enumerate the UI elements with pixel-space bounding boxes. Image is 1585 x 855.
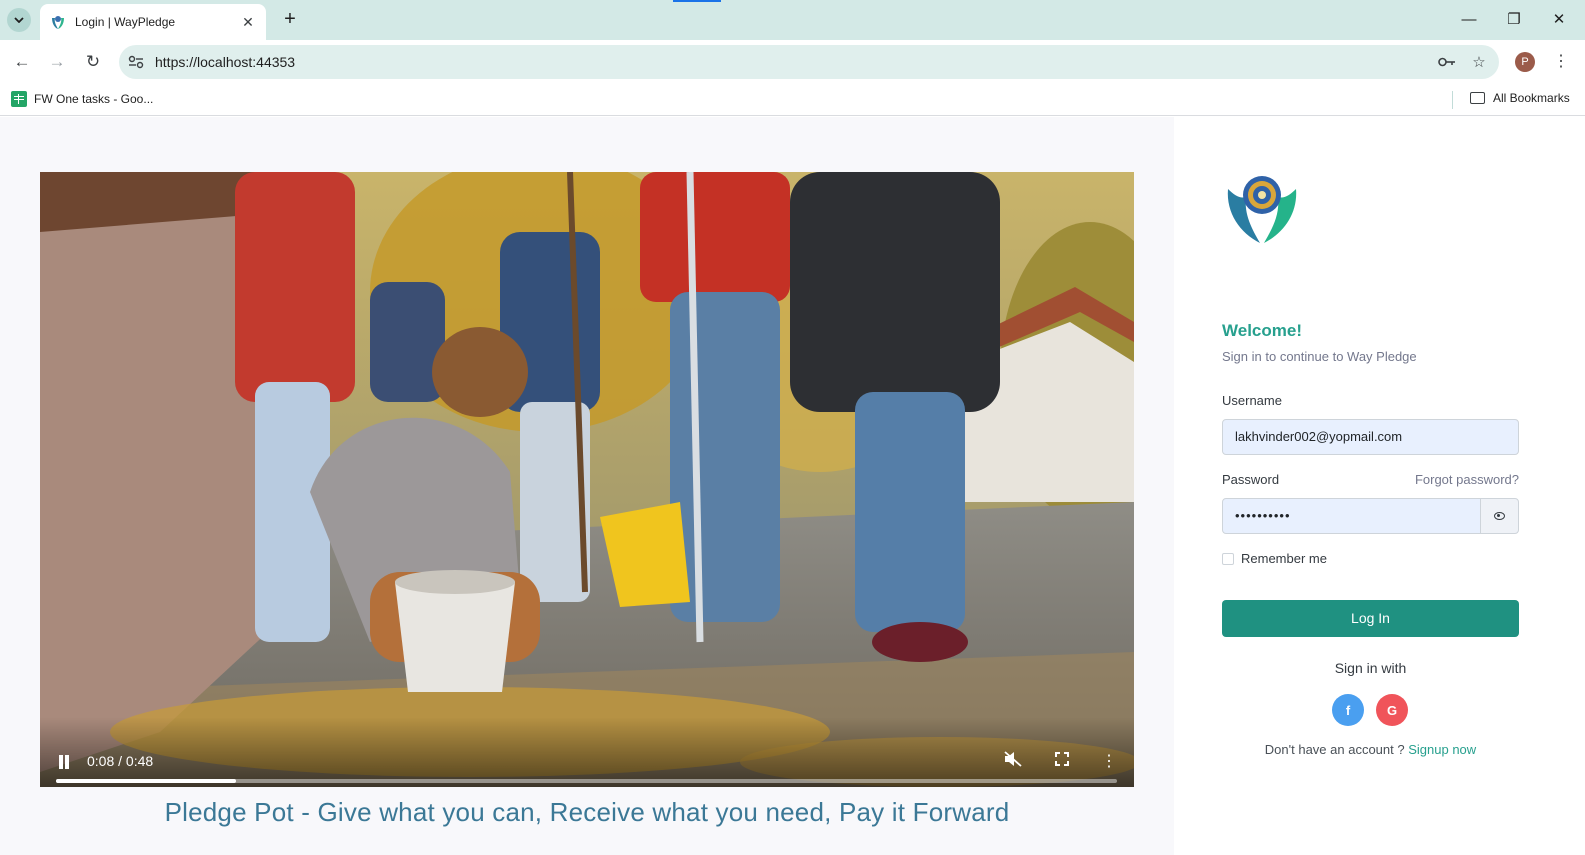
bookmark-label: FW One tasks - Goo... [34, 92, 154, 106]
url-text[interactable]: https://localhost:44353 [155, 54, 1435, 70]
folder-icon [1470, 92, 1485, 104]
waypledge-logo [1227, 176, 1297, 243]
waypledge-favicon [52, 16, 64, 29]
no-account-text: Don't have an account ? [1264, 742, 1405, 757]
back-icon[interactable]: ← [10, 50, 34, 74]
loading-indicator [673, 0, 721, 2]
pause-icon[interactable] [57, 755, 71, 769]
facebook-icon[interactable]: f [1332, 694, 1364, 726]
facebook-glyph: f [1345, 702, 1351, 718]
forward-icon[interactable]: → [45, 50, 69, 74]
google-sheets-icon [11, 91, 27, 107]
tab-title: Login | WayPledge [75, 15, 176, 29]
site-info-icon[interactable] [125, 51, 147, 73]
tab-search-button[interactable] [7, 8, 31, 32]
video-frame [40, 172, 1134, 787]
login-subtitle: Sign in to continue to Way Pledge [1222, 349, 1417, 364]
more-vert-icon[interactable]: ⋮ [1098, 751, 1120, 773]
username-field[interactable]: lakhvinder002@yopmail.com [1222, 419, 1519, 455]
password-label: Password [1222, 472, 1280, 487]
welcome-heading: Welcome! [1222, 321, 1302, 340]
profile-avatar[interactable]: P [1515, 52, 1535, 72]
forgot-password-link[interactable]: Forgot password? [1404, 472, 1519, 487]
remember-me-checkbox[interactable] [1222, 552, 1234, 565]
minimize-icon[interactable]: — [1457, 8, 1481, 32]
fullscreen-icon[interactable] [1051, 751, 1073, 773]
eye-icon [1494, 512, 1505, 520]
close-tab-icon[interactable]: ✕ [240, 14, 256, 31]
page-content: 0:08 / 0:48 ⋮ Pledge Pot - Give what you… [0, 117, 1585, 855]
password-field[interactable]: •••••••••• [1222, 498, 1481, 534]
browser-toolbar: ← → ↻ https://localhost:44353 ☆ P ⋮ [0, 40, 1585, 84]
restore-icon[interactable]: ❐ [1502, 8, 1526, 32]
active-tab[interactable]: Login | WayPledge ✕ [40, 4, 266, 40]
login-button[interactable]: Log In [1222, 600, 1519, 637]
all-bookmarks-label: All Bookmarks [1493, 91, 1570, 105]
bookmarks-divider [1452, 91, 1453, 109]
signup-prompt: Don't have an account ? Signup now [1222, 742, 1519, 757]
google-icon[interactable]: G [1376, 694, 1408, 726]
password-key-icon[interactable] [1435, 50, 1459, 74]
address-bar[interactable]: https://localhost:44353 ☆ [119, 45, 1499, 79]
remember-me-label: Remember me [1241, 551, 1327, 566]
bookmark-fw-one-tasks[interactable]: FW One tasks - Goo... [11, 91, 153, 107]
remember-me[interactable]: Remember me [1222, 551, 1327, 566]
browser-menu-icon[interactable]: ⋮ [1553, 50, 1569, 74]
all-bookmarks-button[interactable]: All Bookmarks [1470, 91, 1570, 105]
chevron-down-icon [14, 17, 24, 23]
bookmark-star-icon[interactable]: ☆ [1467, 50, 1491, 74]
video-time: 0:08 / 0:48 [87, 753, 154, 769]
promo-video[interactable]: 0:08 / 0:48 ⋮ [40, 172, 1134, 787]
browser-tab-bar: Login | WayPledge ✕ + — ❐ ✕ [0, 0, 1585, 40]
google-glyph: G [1386, 702, 1398, 718]
tagline: Pledge Pot - Give what you can, Receive … [164, 797, 1010, 827]
volume-muted-icon[interactable] [1002, 751, 1024, 773]
signup-link[interactable]: Signup now [1408, 742, 1476, 757]
login-panel: Welcome! Sign in to continue to Way Pled… [1174, 117, 1585, 855]
video-progress [56, 779, 237, 783]
video-pane: 0:08 / 0:48 ⋮ Pledge Pot - Give what you… [0, 117, 1174, 855]
sign-in-with-label: Sign in with [1334, 660, 1407, 676]
reload-icon[interactable]: ↻ [81, 50, 105, 74]
video-seek-bar[interactable] [56, 779, 1117, 783]
show-password-button[interactable] [1480, 498, 1519, 534]
new-tab-button[interactable]: + [279, 8, 301, 30]
bookmarks-bar: FW One tasks - Goo... All Bookmarks [0, 84, 1585, 116]
video-controls: 0:08 / 0:48 ⋮ [40, 717, 1134, 787]
close-window-icon[interactable]: ✕ [1547, 8, 1571, 32]
username-label: Username [1222, 393, 1282, 408]
